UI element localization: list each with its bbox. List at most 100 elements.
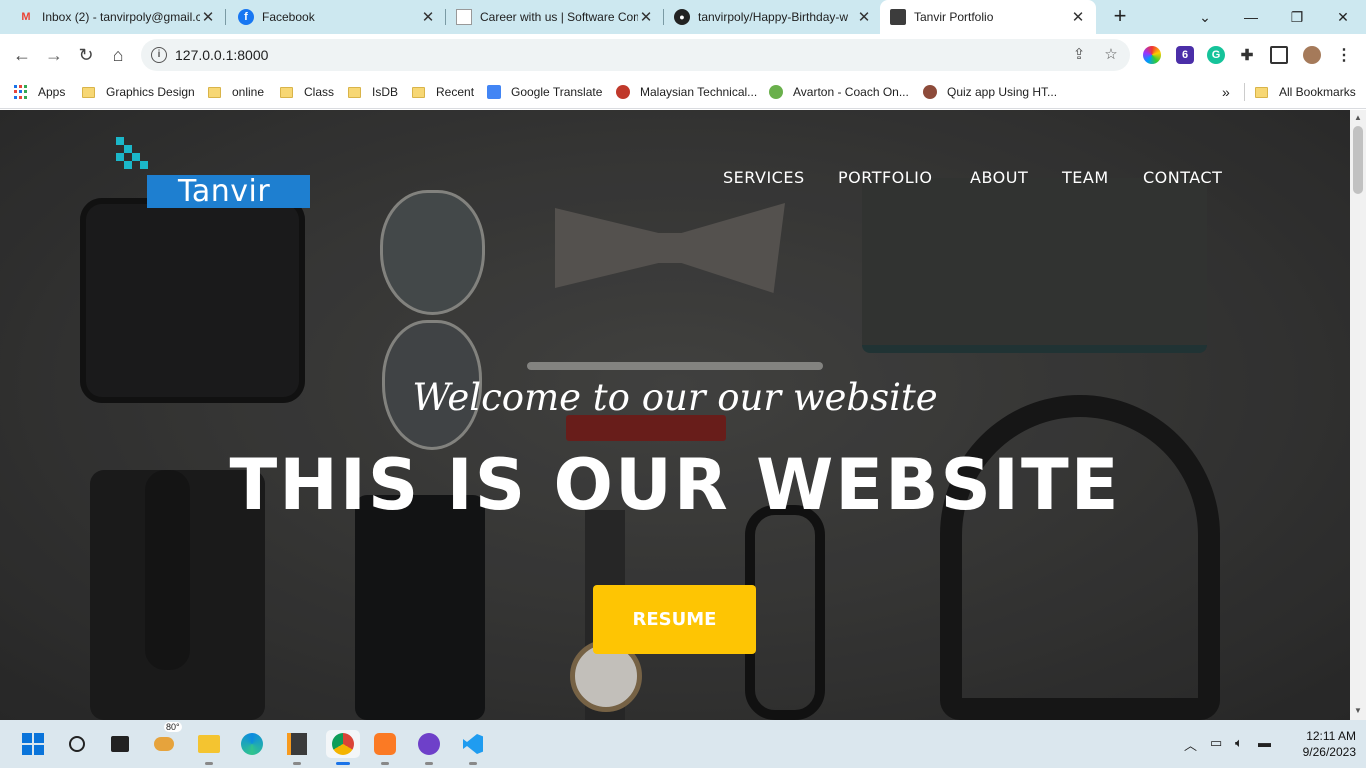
avatar[interactable] xyxy=(1303,46,1321,64)
file-explorer-icon[interactable] xyxy=(195,730,223,765)
nav-team[interactable]: TEAM xyxy=(1062,168,1109,187)
page-scrollbar[interactable]: ▲ ▼ xyxy=(1350,110,1366,720)
folder-icon xyxy=(280,86,293,98)
resume-button[interactable]: RESUME xyxy=(593,585,756,654)
sublime-text-icon[interactable] xyxy=(283,730,311,765)
bookmark-label: Apps xyxy=(38,85,66,99)
restore-icon[interactable]: ❐ xyxy=(1274,0,1320,34)
forward-icon[interactable]: → xyxy=(41,42,67,68)
share-icon[interactable]: ⇪ xyxy=(1070,46,1088,64)
minimize-icon[interactable]: — xyxy=(1228,0,1274,34)
color-picker-extension-icon[interactable] xyxy=(1143,46,1161,64)
bookmark-all[interactable]: All Bookmarks xyxy=(1244,83,1356,101)
tray-chevron-icon[interactable]: ︿ xyxy=(1184,735,1197,754)
search-icon[interactable] xyxy=(63,730,91,758)
bookmark-online[interactable]: online xyxy=(208,83,264,101)
tab-facebook[interactable]: f Facebook ✕ xyxy=(228,0,446,34)
facebook-icon: f xyxy=(238,9,254,25)
url-text[interactable]: 127.0.0.1:8000 xyxy=(175,47,268,63)
bookmark-quiz-app[interactable]: Quiz app Using HT... xyxy=(923,83,1057,101)
close-icon[interactable]: ✕ xyxy=(1070,8,1086,26)
weather-icon[interactable]: 80° xyxy=(150,722,182,758)
logo-pixel xyxy=(124,145,132,153)
tab-portfolio[interactable]: Tanvir Portfolio ✕ xyxy=(880,0,1096,34)
logo-pixel xyxy=(140,161,148,169)
xampp-icon[interactable] xyxy=(371,730,399,765)
tab-github[interactable]: ● tanvirpoly/Happy-Birthday-w ✕ xyxy=(664,0,882,34)
address-bar[interactable]: i 127.0.0.1:8000 ⇪ ☆ xyxy=(141,39,1130,71)
scroll-down-icon[interactable]: ▼ xyxy=(1350,706,1366,715)
bookmark-label: Class xyxy=(304,85,335,99)
tab-title: tanvirpoly/Happy-Birthday-w xyxy=(698,10,849,24)
home-icon[interactable]: ⌂ xyxy=(105,42,131,68)
grammarly-icon[interactable]: G xyxy=(1207,46,1225,64)
tab-gmail[interactable]: M Inbox (2) - tanvirpoly@gmail.com ✕ xyxy=(8,0,226,34)
bookmark-graphics-design[interactable]: Graphics Design xyxy=(82,83,195,101)
window-close-icon[interactable]: ✕ xyxy=(1320,0,1366,34)
extension-badge-icon[interactable]: 6 xyxy=(1176,46,1194,64)
close-icon[interactable]: ✕ xyxy=(200,8,216,26)
profile-icon xyxy=(890,9,906,25)
new-tab-button[interactable]: + xyxy=(1108,5,1132,29)
apps-icon xyxy=(14,85,28,99)
battery-icon[interactable]: ▬ xyxy=(1258,735,1271,750)
bookmark-avarton[interactable]: Avarton - Coach On... xyxy=(769,83,909,101)
nav-portfolio[interactable]: PORTFOLIO xyxy=(838,168,933,187)
site-logo[interactable]: Tanvir xyxy=(116,137,316,212)
bookmark-label: Google Translate xyxy=(511,85,603,99)
nav-services[interactable]: SERVICES xyxy=(723,168,805,187)
side-panel-icon[interactable] xyxy=(1270,46,1288,64)
github-desktop-icon[interactable] xyxy=(415,730,443,765)
bookmark-recent[interactable]: Recent xyxy=(412,83,474,101)
volume-icon[interactable]: 🔈︎ xyxy=(1235,735,1243,751)
edge-icon[interactable] xyxy=(238,730,266,758)
system-clock[interactable]: 12:11 AM 9/26/2023 xyxy=(1286,728,1356,760)
bookmark-label: Malaysian Technical... xyxy=(640,85,758,99)
bookmarks-bar: Apps Graphics Design online Class IsDB R… xyxy=(0,76,1366,109)
scroll-up-icon[interactable]: ▲ xyxy=(1350,113,1366,122)
bookmark-label: All Bookmarks xyxy=(1279,85,1356,99)
weather-temp: 80° xyxy=(164,722,182,732)
tab-strip: M Inbox (2) - tanvirpoly@gmail.com ✕ f F… xyxy=(0,0,1366,34)
bookmark-malaysian-technical[interactable]: Malaysian Technical... xyxy=(616,83,757,101)
menu-icon[interactable]: ⋮ xyxy=(1335,46,1353,64)
tab-search-icon[interactable]: ⌄ xyxy=(1182,0,1228,34)
gmail-icon: M xyxy=(21,11,31,23)
close-icon[interactable]: ✕ xyxy=(856,8,872,26)
chrome-icon[interactable] xyxy=(326,730,360,765)
back-icon[interactable]: ← xyxy=(9,42,35,68)
logo-pixel xyxy=(132,153,140,161)
reload-icon[interactable]: ↻ xyxy=(73,42,99,68)
scroll-thumb[interactable] xyxy=(1353,126,1363,194)
leaf-icon xyxy=(769,85,783,99)
start-icon[interactable] xyxy=(19,730,47,758)
bookmarks-overflow[interactable]: » xyxy=(1222,83,1230,101)
clock-date: 9/26/2023 xyxy=(1302,745,1356,759)
bookmark-google-translate[interactable]: Google Translate xyxy=(487,83,602,101)
nav-contact[interactable]: CONTACT xyxy=(1143,168,1222,187)
vscode-icon[interactable] xyxy=(459,730,487,765)
hero-subheading: Welcome to our our website xyxy=(412,376,938,419)
nav-about[interactable]: ABOUT xyxy=(970,168,1028,187)
close-icon[interactable]: ✕ xyxy=(638,8,654,26)
bookmark-class[interactable]: Class xyxy=(280,83,334,101)
site-info-icon[interactable]: i xyxy=(151,47,167,63)
network-icon[interactable]: ▭ xyxy=(1210,735,1222,751)
tab-title: Career with us | Software Company xyxy=(480,10,638,24)
folder-icon xyxy=(412,86,425,98)
logo-pixel xyxy=(124,161,132,169)
close-icon[interactable]: ✕ xyxy=(420,8,436,26)
bookmark-label: Recent xyxy=(436,85,475,99)
bookmark-apps[interactable]: Apps xyxy=(14,83,65,101)
task-view-icon[interactable] xyxy=(106,730,134,758)
career-icon xyxy=(456,9,472,25)
extensions-icon[interactable]: ✚ xyxy=(1238,46,1256,64)
star-icon[interactable]: ☆ xyxy=(1102,46,1120,64)
folder-icon xyxy=(348,86,361,98)
university-icon xyxy=(616,85,630,99)
tab-career[interactable]: Career with us | Software Company ✕ xyxy=(446,0,664,34)
github-icon: ● xyxy=(674,9,690,25)
logo-pixel xyxy=(116,153,124,161)
translate-icon xyxy=(487,85,501,99)
bookmark-isdb[interactable]: IsDB xyxy=(348,83,398,101)
